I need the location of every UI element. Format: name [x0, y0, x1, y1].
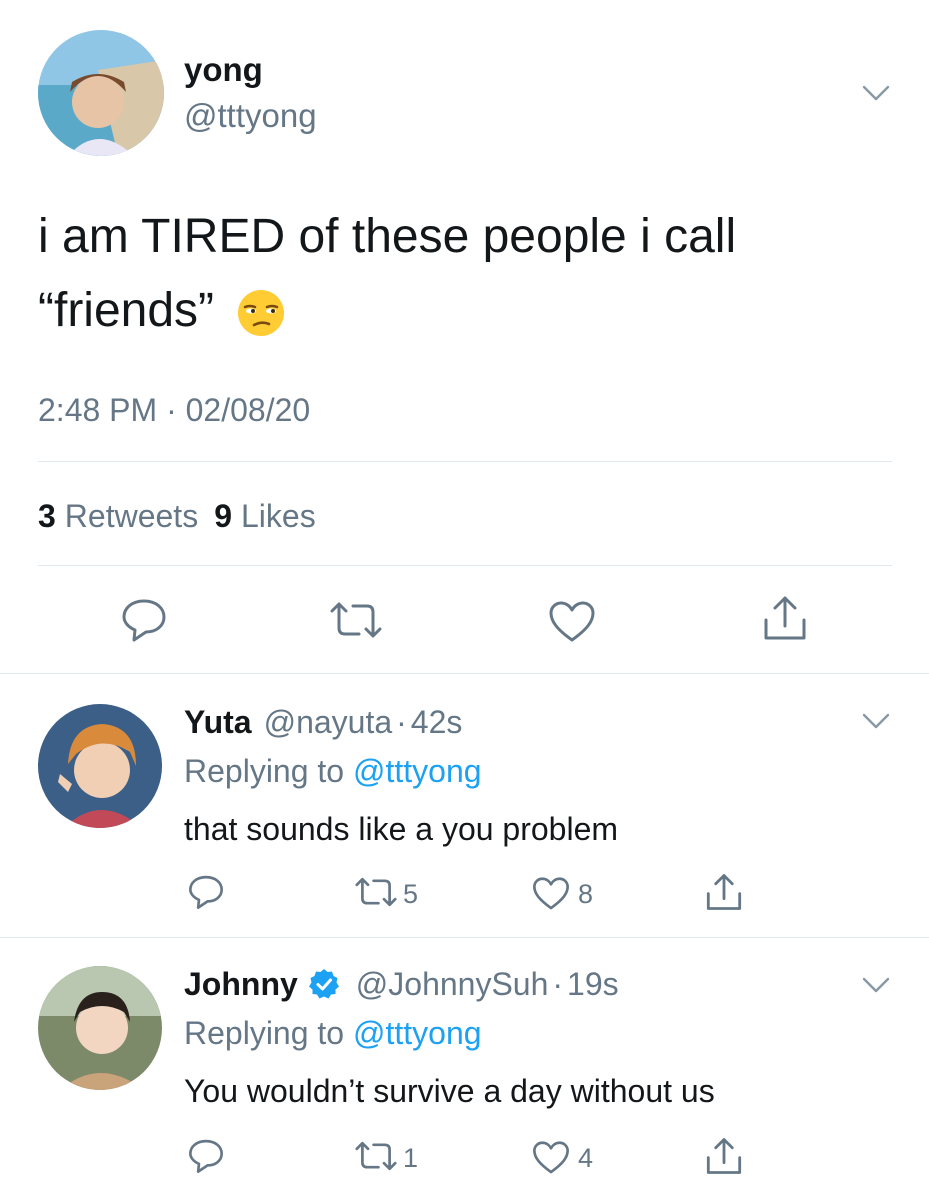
retweets-count[interactable]: 3	[38, 496, 56, 536]
divider	[0, 673, 929, 674]
reply-header: Yuta @nayuta · 42s	[184, 702, 462, 742]
reply-time[interactable]: 19s	[567, 964, 619, 1004]
chevron-down-icon[interactable]	[862, 712, 890, 730]
retweet-icon[interactable]	[329, 600, 383, 640]
like-icon[interactable]	[532, 876, 570, 910]
retweet-icon[interactable]	[354, 876, 398, 908]
reply-icon[interactable]	[188, 1138, 224, 1174]
replying-to: Replying to @tttyong	[184, 1013, 482, 1053]
retweet-count: 5	[403, 879, 419, 909]
author-handle[interactable]: @nayuta	[264, 702, 393, 742]
retweets-label[interactable]: Retweets	[65, 496, 198, 536]
avatar[interactable]	[38, 966, 162, 1090]
share-icon[interactable]	[705, 1136, 743, 1176]
avatar[interactable]	[38, 30, 164, 156]
like-icon[interactable]	[532, 1140, 570, 1174]
reply-header: Johnny @JohnnySuh · 19s	[184, 964, 619, 1004]
retweet-icon[interactable]	[354, 1140, 398, 1172]
reply-icon[interactable]	[188, 874, 224, 910]
unamused-face-emoji	[236, 286, 286, 336]
like-count: 8	[578, 879, 594, 909]
share-icon[interactable]	[762, 594, 808, 642]
author-name[interactable]: yong	[184, 50, 263, 90]
separator: ·	[396, 704, 407, 740]
author-name[interactable]: Johnny	[184, 964, 298, 1004]
likes-count[interactable]: 9	[214, 496, 232, 536]
like-icon[interactable]	[548, 600, 596, 642]
author-handle[interactable]: @JohnnySuh	[356, 964, 549, 1004]
likes-label[interactable]: Likes	[241, 496, 316, 536]
tweet-text-line-2-text: “friends”	[38, 284, 215, 337]
tweet-text: i am TIRED of these people i call “frien…	[38, 200, 736, 348]
replying-to-link[interactable]: @tttyong	[353, 1015, 482, 1051]
divider	[38, 461, 892, 462]
retweet-count: 1	[403, 1143, 419, 1173]
reply-text: You wouldn’t survive a day without us	[184, 1073, 715, 1109]
reply-icon[interactable]	[121, 598, 167, 642]
replying-to-prefix: Replying to	[184, 1015, 345, 1051]
author-name[interactable]: Yuta	[184, 702, 252, 742]
divider	[38, 565, 892, 566]
separator: ·	[552, 966, 564, 1002]
tweet-timestamp: 2:48 PM · 02/08/20	[38, 392, 311, 428]
tweet-text-line-2: “friends”	[38, 274, 736, 348]
author-handle[interactable]: @tttyong	[184, 96, 317, 136]
like-count: 4	[578, 1143, 594, 1173]
reply-time[interactable]: 42s	[411, 702, 463, 742]
share-icon[interactable]	[705, 872, 743, 912]
replying-to: Replying to @tttyong	[184, 751, 482, 791]
divider	[0, 937, 929, 938]
chevron-down-icon[interactable]	[862, 84, 890, 102]
chevron-down-icon[interactable]	[862, 976, 890, 994]
avatar[interactable]	[38, 704, 162, 828]
tweet-text-line-1: i am TIRED of these people i call	[38, 210, 737, 263]
reply-text: that sounds like a you problem	[184, 811, 619, 847]
verified-badge-icon	[308, 968, 340, 1000]
engagement-stats: 3 Retweets 9 Likes	[38, 496, 316, 536]
replying-to-prefix: Replying to	[184, 753, 345, 789]
replying-to-link[interactable]: @tttyong	[353, 753, 482, 789]
